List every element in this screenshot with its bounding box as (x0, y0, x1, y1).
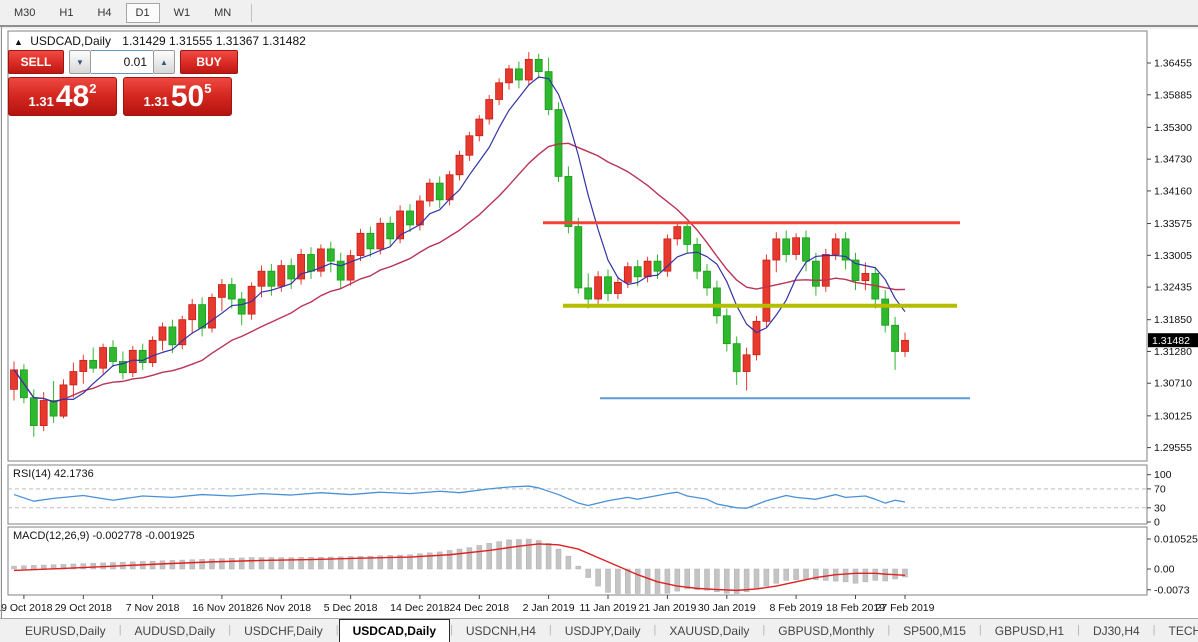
svg-text:0.00: 0.00 (1154, 564, 1175, 576)
chart-title: ▲ USDCAD,Daily 1.31429 1.31555 1.31367 1… (14, 34, 306, 48)
svg-text:1.31482: 1.31482 (1152, 335, 1190, 347)
svg-text:7 Nov 2018: 7 Nov 2018 (126, 602, 180, 614)
svg-text:1.35300: 1.35300 (1154, 122, 1192, 134)
volume-input[interactable] (91, 50, 153, 74)
svg-text:1.34160: 1.34160 (1154, 185, 1192, 197)
buy-price-button[interactable]: 1.31 50 5 (123, 77, 232, 116)
svg-text:0.010525: 0.010525 (1154, 534, 1198, 546)
chevron-up-icon: ▲ (160, 58, 168, 67)
svg-text:29 Oct 2018: 29 Oct 2018 (55, 602, 112, 614)
svg-text:19 Oct 2018: 19 Oct 2018 (0, 602, 53, 614)
sell-price-base: 1.31 (29, 94, 54, 109)
svg-text:1.31850: 1.31850 (1154, 314, 1192, 326)
timeframe-button-d1[interactable]: D1 (126, 3, 160, 23)
svg-text:14 Dec 2018: 14 Dec 2018 (390, 602, 450, 614)
timeframe-button-h4[interactable]: H4 (87, 3, 121, 23)
chart-tab-xauusd[interactable]: XAUUSD,Daily (656, 621, 762, 642)
buy-price-base: 1.31 (144, 94, 169, 109)
chart-ohlc-values: 1.31429 1.31555 1.31367 1.31482 (122, 34, 306, 48)
svg-text:100: 100 (1154, 469, 1172, 481)
sell-price-pips: 48 (56, 80, 89, 114)
chart-symbol-label: USDCAD,Daily (30, 34, 111, 48)
timeframe-button-m30[interactable]: M30 (4, 3, 45, 23)
buy-button[interactable]: BUY (180, 50, 238, 74)
svg-text:1.33575: 1.33575 (1154, 218, 1192, 230)
sell-button[interactable]: SELL (8, 50, 64, 74)
svg-text:16 Nov 2018: 16 Nov 2018 (192, 602, 252, 614)
chart-tab-gbpusd[interactable]: GBPUSD,Monthly (765, 621, 887, 642)
timeframe-toolbar: M30H1H4D1W1MN (0, 0, 1198, 27)
one-click-trading-panel: SELL ▼ ▲ BUY 1.31 48 2 1.31 50 5 (8, 50, 244, 116)
volume-stepper: ▼ ▲ (69, 50, 175, 74)
chart-tab-audusd[interactable]: AUDUSD,Daily (122, 621, 229, 642)
chart-tab-sp500[interactable]: SP500,M15 (890, 621, 979, 642)
sell-price-point: 2 (89, 81, 96, 96)
chevron-down-icon: ▼ (76, 58, 84, 67)
sell-price-button[interactable]: 1.31 48 2 (8, 77, 117, 116)
chart-tab-usdjpy[interactable]: USDJPY,Daily (552, 621, 654, 642)
svg-text:30: 30 (1154, 502, 1166, 514)
svg-text:30 Jan 2019: 30 Jan 2019 (698, 602, 756, 614)
buy-price-pips: 50 (171, 80, 204, 114)
svg-text:70: 70 (1154, 483, 1166, 495)
chart-tab-gbpusd[interactable]: GBPUSD,H1 (982, 621, 1077, 642)
svg-text:-0.0073: -0.0073 (1154, 584, 1190, 596)
chart-tab-usdcad[interactable]: USDCAD,Daily (339, 619, 450, 642)
chart-tab-usdcnh[interactable]: USDCNH,H4 (453, 621, 549, 642)
svg-text:8 Feb 2019: 8 Feb 2019 (770, 602, 823, 614)
svg-text:1.34730: 1.34730 (1154, 154, 1192, 166)
svg-text:1.32435: 1.32435 (1154, 282, 1192, 294)
svg-text:1.29555: 1.29555 (1154, 442, 1192, 454)
svg-text:1.30710: 1.30710 (1154, 378, 1192, 390)
macd-indicator-label: MACD(12,26,9) -0.002778 -0.001925 (13, 530, 195, 542)
mt4-terminal: { "toolbar": { "timeframes": ["M30", "H1… (0, 0, 1198, 642)
svg-text:2 Jan 2019: 2 Jan 2019 (523, 602, 575, 614)
volume-increase-button[interactable]: ▲ (153, 50, 175, 74)
collapse-triangle-icon[interactable]: ▲ (14, 37, 23, 47)
svg-text:1.31280: 1.31280 (1154, 346, 1192, 358)
rsi-indicator-label: RSI(14) 42.1736 (13, 468, 94, 480)
svg-text:26 Nov 2018: 26 Nov 2018 (252, 602, 312, 614)
svg-text:21 Jan 2019: 21 Jan 2019 (638, 602, 696, 614)
chart-tabs-bar: EURUSD,Daily|AUDUSD,Daily|USDCHF,Daily|U… (0, 618, 1198, 642)
svg-text:1.33005: 1.33005 (1154, 250, 1192, 262)
timeframe-button-mn[interactable]: MN (204, 3, 241, 23)
timeframe-button-h1[interactable]: H1 (49, 3, 83, 23)
timeframe-button-w1[interactable]: W1 (164, 3, 201, 23)
svg-text:0: 0 (1154, 517, 1160, 529)
svg-text:5 Dec 2018: 5 Dec 2018 (324, 602, 378, 614)
svg-text:1.35885: 1.35885 (1154, 89, 1192, 101)
svg-text:11 Jan 2019: 11 Jan 2019 (579, 602, 636, 614)
chart-tab-usdchf[interactable]: USDCHF,Daily (231, 621, 336, 642)
svg-text:24 Dec 2018: 24 Dec 2018 (450, 602, 510, 614)
buy-price-point: 5 (204, 81, 211, 96)
toolbar-separator (251, 4, 252, 22)
volume-decrease-button[interactable]: ▼ (69, 50, 91, 74)
chart-tab-dj30[interactable]: DJ30,H4 (1080, 621, 1153, 642)
svg-text:1.30125: 1.30125 (1154, 410, 1192, 422)
svg-text:27 Feb 2019: 27 Feb 2019 (876, 602, 935, 614)
chart-tab-tech100[interactable]: TECH100,H1 (1156, 621, 1198, 642)
svg-text:1.36455: 1.36455 (1154, 58, 1192, 70)
chart-tab-eurusd[interactable]: EURUSD,Daily (12, 621, 119, 642)
